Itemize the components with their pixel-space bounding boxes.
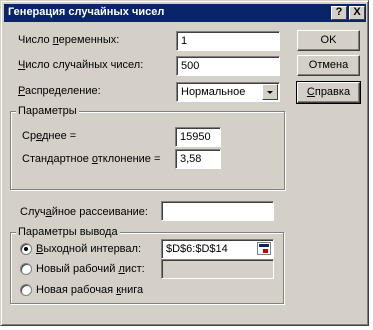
chevron-down-icon[interactable]: [262, 84, 278, 100]
title-bar[interactable]: Генерация случайных чисел ? X: [4, 4, 366, 22]
stdev-input[interactable]: 3,58: [175, 149, 221, 169]
parameters-group: [10, 111, 285, 190]
mean-label: Среднее =: [22, 130, 77, 142]
help-title-button[interactable]: ?: [331, 6, 347, 20]
range-select-icon[interactable]: [257, 242, 271, 255]
mean-input[interactable]: 15950: [175, 127, 221, 147]
num-variables-label: Число переменных:: [18, 34, 120, 46]
num-random-input[interactable]: 500: [176, 56, 280, 76]
new-book-radio[interactable]: [20, 284, 32, 296]
new-sheet-label[interactable]: Новый рабочий лист:: [36, 263, 145, 275]
output-range-value: $D$6:$D$14: [166, 243, 228, 255]
new-book-label[interactable]: Новая рабочая книга: [36, 284, 143, 296]
output-range-label[interactable]: Выходной интервал:: [36, 243, 141, 255]
output-range-input[interactable]: $D$6:$D$14: [161, 239, 274, 259]
distribution-select[interactable]: Нормальное: [176, 82, 280, 102]
ok-button[interactable]: OK: [297, 30, 360, 51]
num-random-label: Число случайных чисел:: [18, 59, 144, 71]
help-button[interactable]: Справка: [296, 81, 361, 104]
cancel-button[interactable]: Отмена: [297, 55, 360, 76]
random-number-generation-dialog: Генерация случайных чисел ? X Число пере…: [0, 0, 369, 326]
parameters-group-title: Параметры: [16, 105, 79, 117]
distribution-label: Распределение:: [18, 85, 101, 97]
random-seed-input[interactable]: [161, 201, 274, 221]
random-seed-label: Случайное рассеивание:: [20, 206, 148, 218]
output-options-group-title: Параметры вывода: [16, 226, 120, 238]
window-title: Генерация случайных чисел: [8, 6, 165, 18]
num-variables-input[interactable]: 1: [176, 31, 280, 51]
close-button[interactable]: X: [349, 6, 365, 20]
output-range-radio[interactable]: [20, 243, 32, 255]
distribution-selected-value: Нормальное: [181, 86, 246, 98]
new-sheet-input[interactable]: [161, 259, 274, 279]
new-sheet-radio[interactable]: [20, 263, 32, 275]
stdev-label: Стандартное отклонение =: [22, 153, 161, 165]
